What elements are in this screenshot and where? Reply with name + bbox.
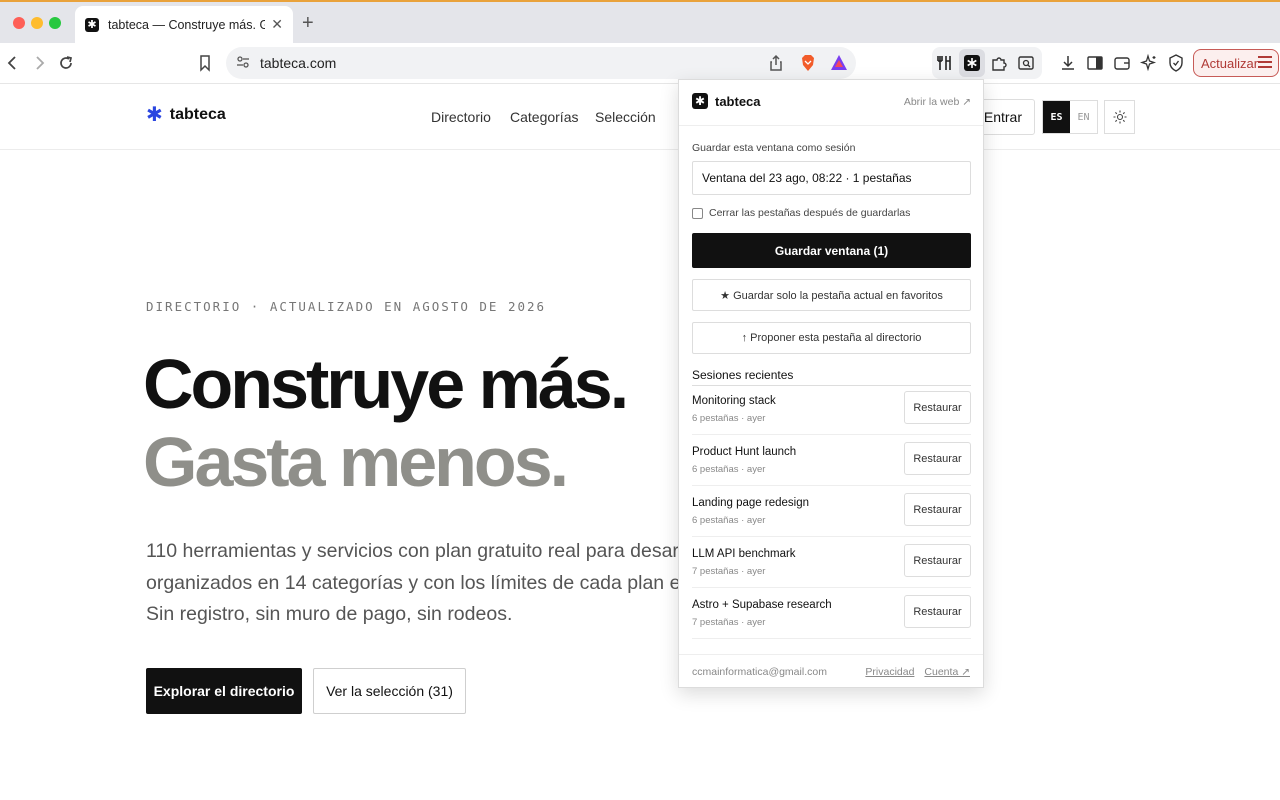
tabteca-extension-icon[interactable] — [962, 53, 982, 73]
share-icon[interactable] — [766, 53, 786, 73]
explore-directory-button[interactable]: Explorar el directorio — [146, 668, 302, 714]
session-meta: 7 pestañas · ayer — [692, 566, 766, 577]
hero-lead-line-1: 110 herramientas y servicios con plan gr… — [146, 540, 686, 562]
account-link[interactable]: Cuenta ↗ — [924, 666, 970, 678]
update-button[interactable]: Actualizar — [1193, 49, 1279, 77]
brave-rewards-icon[interactable] — [829, 53, 849, 73]
close-tabs-checkbox-row[interactable]: Cerrar las pestañas después de guardarla… — [692, 207, 910, 219]
session-name: Astro + Supabase research — [692, 599, 832, 611]
session-name: Landing page redesign — [692, 497, 810, 509]
address-bar[interactable]: tabteca.com — [226, 47, 856, 79]
session-meta: 6 pestañas · ayer — [692, 515, 766, 526]
nav-seleccion[interactable]: Selección — [595, 109, 656, 125]
restore-button[interactable]: Restaurar — [904, 391, 971, 424]
reload-icon[interactable] — [56, 53, 76, 73]
url-text: tabteca.com — [260, 55, 337, 71]
hero-headline-1: Construye más. — [143, 345, 629, 423]
session-meta: 7 pestañas · ayer — [692, 617, 766, 628]
popup-brand: tabteca — [715, 94, 761, 109]
bookmark-tab-button[interactable]: ★ Guardar solo la pestaña actual en favo… — [692, 279, 971, 311]
account-email: ccmainformatica@gmail.com — [692, 666, 827, 678]
popup-header: ✱ tabteca Abrir la web ↗ — [679, 80, 983, 126]
hero-headline-2: Gasta menos. — [143, 423, 569, 501]
recent-sessions-list: Monitoring stack 6 pestañas · ayer Resta… — [692, 384, 971, 639]
forward-icon[interactable] — [29, 53, 49, 73]
session-row: Landing page redesign 6 pestañas · ayer … — [692, 486, 971, 537]
browser-tab-active[interactable]: ✱ tabteca — Construye más. Gasta menos. … — [75, 6, 293, 43]
restore-button[interactable]: Restaurar — [904, 544, 971, 577]
footer-links: Privacidad Cuenta ↗ — [865, 666, 970, 678]
logo-text: tabteca — [169, 106, 226, 123]
back-icon[interactable] — [3, 53, 23, 73]
session-row: LLM API benchmark 7 pestañas · ayer Rest… — [692, 537, 971, 588]
session-name: Product Hunt launch — [692, 446, 797, 458]
menu-icon — [1258, 56, 1272, 71]
site-logo[interactable]: ✱ tabteca — [146, 104, 226, 126]
session-name-input[interactable]: Ventana del 23 ago, 08:22 · 1 pestañas — [692, 161, 971, 195]
update-label: Actualizar — [1201, 55, 1259, 71]
hero-lead-line-2: organizados en 14 categorías y con los l… — [146, 571, 686, 594]
close-tabs-label: Cerrar las pestañas después de guardarla… — [709, 207, 911, 219]
restore-button[interactable]: Restaurar — [904, 493, 971, 526]
language-switcher: ES EN — [1042, 100, 1098, 134]
new-tab-button[interactable]: + — [302, 13, 314, 33]
popup-footer: ccmainformatica@gmail.com Privacidad Cue… — [679, 654, 983, 688]
site-header: ✱ tabteca Directorio Categorías Selecció… — [0, 84, 1280, 150]
browser-toolbar: tabteca.com Actualizar — [0, 43, 1280, 84]
sun-icon — [1113, 110, 1126, 124]
session-row: Product Hunt launch 6 pestañas · ayer Re… — [692, 435, 971, 486]
tab-close-icon[interactable]: ✕ — [271, 16, 283, 33]
nav-directorio[interactable]: Directorio — [431, 109, 491, 125]
hero-lead-line-3: Sin registro, sin muro de pago, sin rode… — [146, 603, 513, 625]
page-search-icon[interactable] — [1016, 53, 1036, 73]
extensions-puzzle-icon[interactable] — [989, 53, 1009, 73]
hero-eyebrow: DIRECTORIO · ACTUALIZADO EN AGOSTO DE 20… — [146, 299, 547, 314]
save-session-label: Guardar esta ventana como sesión — [692, 142, 856, 154]
download-icon[interactable] — [1058, 53, 1078, 73]
privacy-link[interactable]: Privacidad — [865, 666, 914, 678]
browser-titlebar: ✱ tabteca — Construye más. Gasta menos. … — [0, 0, 1280, 43]
session-name: LLM API benchmark — [692, 548, 796, 560]
view-selection-button[interactable]: Ver la selección (31) — [313, 668, 466, 714]
login-button[interactable]: Entrar — [975, 99, 1035, 135]
theme-toggle-button[interactable] — [1104, 100, 1135, 134]
close-tabs-checkbox[interactable] — [692, 207, 703, 219]
session-meta: 6 pestañas · ayer — [692, 413, 766, 424]
minimize-window-button[interactable] — [31, 17, 43, 29]
bookmark-icon[interactable] — [195, 53, 215, 73]
close-window-button[interactable] — [13, 17, 25, 29]
nav-categorias[interactable]: Categorías — [510, 109, 578, 125]
tabteca-extension-popup: ✱ tabteca Abrir la web ↗ Guardar esta ve… — [678, 79, 984, 688]
asterisk-logo-icon: ✱ — [146, 104, 163, 126]
zoom-window-button[interactable] — [49, 17, 61, 29]
tab-title: tabteca — Construye más. Gasta menos. — [108, 17, 266, 32]
session-name: Monitoring stack — [692, 395, 776, 407]
lang-en-button[interactable]: EN — [1070, 101, 1097, 133]
lang-es-button[interactable]: ES — [1043, 101, 1070, 133]
tabteca-logo-icon: ✱ — [692, 93, 708, 109]
leo-ai-icon[interactable] — [1139, 53, 1159, 73]
session-meta: 6 pestañas · ayer — [692, 464, 766, 475]
restore-button[interactable]: Restaurar — [904, 442, 971, 475]
sidebar-icon[interactable] — [1085, 53, 1105, 73]
session-row: Astro + Supabase research 7 pestañas · a… — [692, 588, 971, 639]
brave-shields-icon[interactable] — [798, 53, 818, 73]
hero-lead: 110 herramientas y servicios con plan gr… — [146, 536, 686, 631]
vpn-shield-icon[interactable] — [1166, 53, 1186, 73]
site-settings-icon[interactable] — [235, 54, 251, 73]
wallet-icon[interactable] — [1112, 53, 1132, 73]
session-row: Monitoring stack 6 pestañas · ayer Resta… — [692, 384, 971, 435]
save-window-button[interactable]: Guardar ventana (1) — [692, 233, 971, 268]
restore-button[interactable]: Restaurar — [904, 595, 971, 628]
open-web-link[interactable]: Abrir la web ↗ — [904, 96, 971, 108]
propose-tab-button[interactable]: ↑ Proponer esta pestaña al directorio — [692, 322, 971, 354]
tabteca-favicon-icon: ✱ — [85, 17, 99, 32]
extension-utensils-icon[interactable] — [935, 53, 955, 73]
